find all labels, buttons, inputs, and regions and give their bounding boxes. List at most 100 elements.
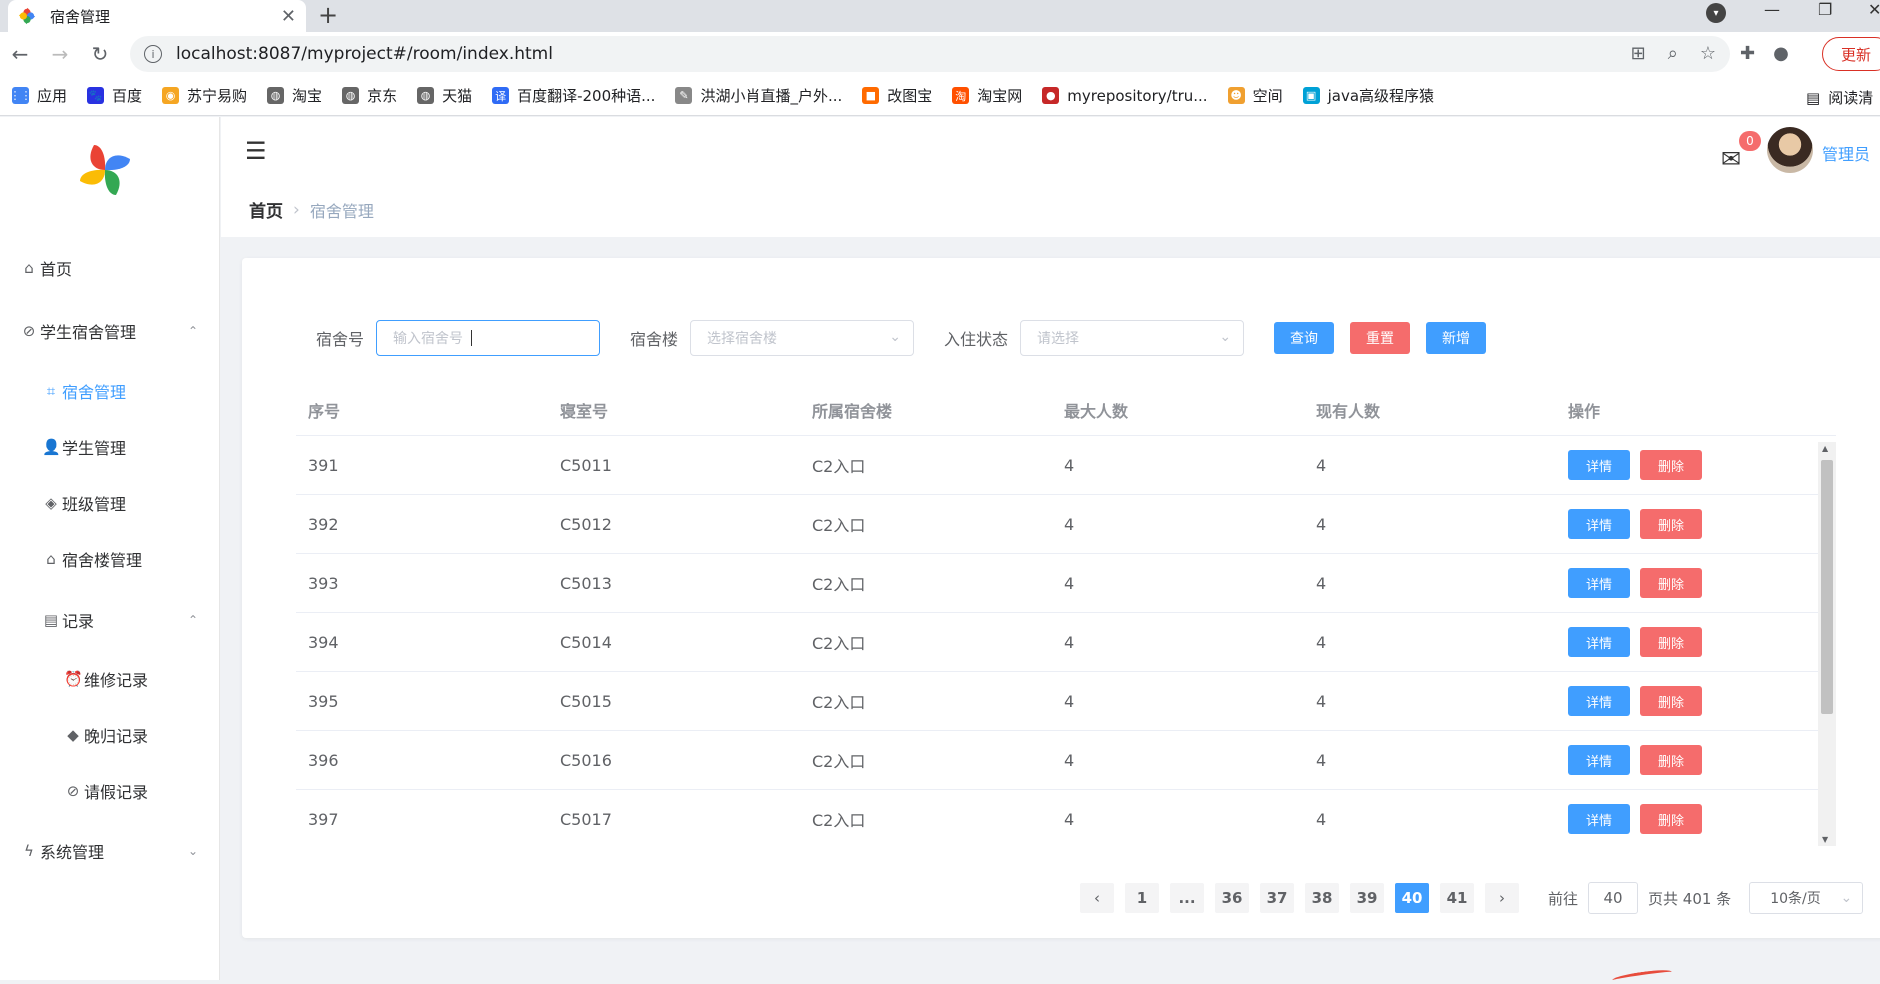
sidebar-item[interactable]: ⏰ 维修记录 <box>0 659 220 699</box>
sidebar-item[interactable]: ⌂ 首页 <box>0 248 220 288</box>
update-button[interactable]: 更新 <box>1822 37 1880 71</box>
url-text[interactable]: localhost:8087/myproject#/room/index.htm… <box>176 44 553 64</box>
menu-toggle-icon[interactable]: ☰ <box>245 137 267 165</box>
home-icon: ⌂ <box>24 259 34 277</box>
close-window-icon[interactable]: ✕ <box>1868 0 1880 19</box>
status-select[interactable]: 请选择 ⌄ <box>1020 320 1245 356</box>
bookmark-item[interactable]: 淘淘宝网 <box>952 85 1022 106</box>
tab-search-icon[interactable]: ▾ <box>1706 3 1726 23</box>
delete-button[interactable]: 删除 <box>1640 745 1702 775</box>
detail-button[interactable]: 详情 <box>1568 686 1630 716</box>
reset-button[interactable]: 重置 <box>1350 322 1411 354</box>
page-size-select[interactable]: 10条/页 ⌄ <box>1749 882 1864 914</box>
bookmark-item[interactable]: ▣ java高级程序猿 <box>1302 85 1434 106</box>
delete-button[interactable]: 删除 <box>1640 804 1702 834</box>
building-select[interactable]: 选择宿舍楼 ⌄ <box>690 320 915 356</box>
sidebar-item[interactable]: ⌂ 宿舍楼管理 <box>0 539 220 579</box>
next-page-icon[interactable]: › <box>1485 883 1519 913</box>
reload-icon[interactable]: ↻ <box>80 42 120 66</box>
mail-icon[interactable]: ✉ <box>1721 145 1741 173</box>
extensions-icon[interactable]: ✚ <box>1740 43 1755 64</box>
new-tab-icon[interactable]: + <box>318 1 338 29</box>
translate-icon[interactable]: ⊞ <box>1631 43 1646 64</box>
table-cell: C5014 <box>560 632 612 652</box>
table-cell: 394 <box>308 632 339 652</box>
delete-button[interactable]: 删除 <box>1640 686 1702 716</box>
bookmark-label: 洪湖小肖直播_户外... <box>700 87 843 105</box>
profile-icon[interactable]: ● <box>1773 43 1789 64</box>
omnibox[interactable]: i localhost:8087/myproject#/room/index.h… <box>130 36 1730 72</box>
bookmark-item[interactable]: ✎ 洪湖小肖直播_户外... <box>675 85 842 106</box>
bookmark-item[interactable]: ☻ 空间 <box>1227 85 1283 106</box>
detail-button[interactable]: 详情 <box>1568 745 1630 775</box>
column-header: 最大人数 <box>1064 401 1129 421</box>
sidebar-item[interactable]: ◈ 班级管理 <box>0 483 220 523</box>
sidebar-item[interactable]: ▤ 记录 ⌃ <box>0 600 220 640</box>
page-button[interactable]: 38 <box>1305 883 1339 913</box>
delete-button[interactable]: 删除 <box>1640 568 1702 598</box>
page-button[interactable]: 1 <box>1125 883 1159 913</box>
sidebar-item[interactable]: ◆ 晚归记录 <box>0 715 220 755</box>
table-row: 392 C5012 C2入口 4 4 详情 删除 <box>296 495 1836 554</box>
scroll-down-icon[interactable]: ▼ <box>1822 835 1828 844</box>
room-number-input[interactable]: 输入宿舍号 <box>376 320 601 356</box>
reading-list[interactable]: ▤ 阅读清 <box>1806 87 1873 108</box>
bookmark-item[interactable]: ◍ 天猫 <box>417 85 472 106</box>
bookmark-label: 百度 <box>112 87 143 105</box>
table-scrollbar[interactable]: ▲ ▼ <box>1818 442 1836 846</box>
site-info-icon[interactable]: i <box>144 45 162 63</box>
tab-close-icon[interactable]: ✕ <box>281 6 296 27</box>
search-button[interactable]: 查询 <box>1274 322 1335 354</box>
detail-button[interactable]: 详情 <box>1568 509 1630 539</box>
table-cell: C5017 <box>560 809 612 829</box>
page-button[interactable]: 39 <box>1350 883 1384 913</box>
bookmark-item[interactable]: ■ 改图宝 <box>862 85 932 106</box>
sidebar-item-label: 晚归记录 <box>84 727 149 746</box>
add-button[interactable]: 新增 <box>1426 322 1487 354</box>
delete-button[interactable]: 删除 <box>1640 450 1702 480</box>
prev-page-icon[interactable]: ‹ <box>1080 883 1114 913</box>
zoom-icon[interactable]: ⌕ <box>1668 43 1678 64</box>
back-icon[interactable]: ← <box>0 42 40 66</box>
page-current[interactable]: 40 <box>1395 883 1429 913</box>
bookmark-item[interactable]: ◍ 淘宝 <box>267 85 322 106</box>
scroll-up-icon[interactable]: ▲ <box>1822 444 1828 453</box>
detail-button[interactable]: 详情 <box>1568 568 1630 598</box>
table-cell: C2入口 <box>812 693 866 712</box>
detail-button[interactable]: 详情 <box>1568 627 1630 657</box>
minimize-icon[interactable]: — <box>1764 0 1780 19</box>
browser-tab[interactable]: 宿舍管理 ✕ <box>8 0 306 32</box>
table-row: 394 C5014 C2入口 4 4 详情 删除 <box>296 613 1836 672</box>
detail-button[interactable]: 详情 <box>1568 450 1630 480</box>
bookmark-favicon-icon: 🐾 <box>87 87 105 104</box>
bookmark-star-icon[interactable]: ☆ <box>1700 43 1716 64</box>
scroll-thumb[interactable] <box>1821 460 1833 714</box>
bookmark-item[interactable]: ◉ 苏宁易购 <box>162 85 247 106</box>
sidebar-item[interactable]: ⊘ 请假记录 <box>0 771 220 811</box>
avatar[interactable] <box>1767 127 1813 173</box>
sidebar-item[interactable]: 👤 学生管理 <box>0 427 220 467</box>
sidebar-item-label: 学生管理 <box>62 439 127 458</box>
delete-button[interactable]: 删除 <box>1640 509 1702 539</box>
detail-button[interactable]: 详情 <box>1568 804 1630 834</box>
page-button[interactable]: 36 <box>1215 883 1249 913</box>
page-button[interactable]: 41 <box>1440 883 1474 913</box>
page-button[interactable]: ... <box>1170 883 1204 913</box>
bookmark-item[interactable]: ◍ 京东 <box>342 85 397 106</box>
sidebar-item[interactable]: ⌗ 宿舍管理 <box>0 371 220 411</box>
bookmark-item[interactable]: 🐾 百度 <box>87 85 142 106</box>
goto-page-input[interactable]: 40 <box>1588 882 1639 914</box>
bookmark-item[interactable]: 译百度翻译-200种语... <box>492 85 655 106</box>
bookmark-item[interactable]: ⋮⋮ 应用 <box>10 85 67 106</box>
sidebar-item[interactable]: ϟ 系统管理 ⌄ <box>0 831 220 871</box>
forward-icon[interactable]: → <box>40 42 80 66</box>
delete-button[interactable]: 删除 <box>1640 627 1702 657</box>
page-button[interactable]: 37 <box>1260 883 1294 913</box>
restore-icon[interactable]: ❐ <box>1818 0 1832 19</box>
app-logo-icon <box>18 7 36 25</box>
user-name[interactable]: 管理员 <box>1822 141 1870 165</box>
bookmark-item[interactable]: ● myrepository/tru... <box>1042 87 1208 105</box>
breadcrumb-home[interactable]: 首页 <box>249 197 283 222</box>
sidebar-item[interactable]: ⊘ 学生宿舍管理 ⌃ <box>0 311 220 351</box>
sidebar-item-label: 班级管理 <box>62 495 127 514</box>
